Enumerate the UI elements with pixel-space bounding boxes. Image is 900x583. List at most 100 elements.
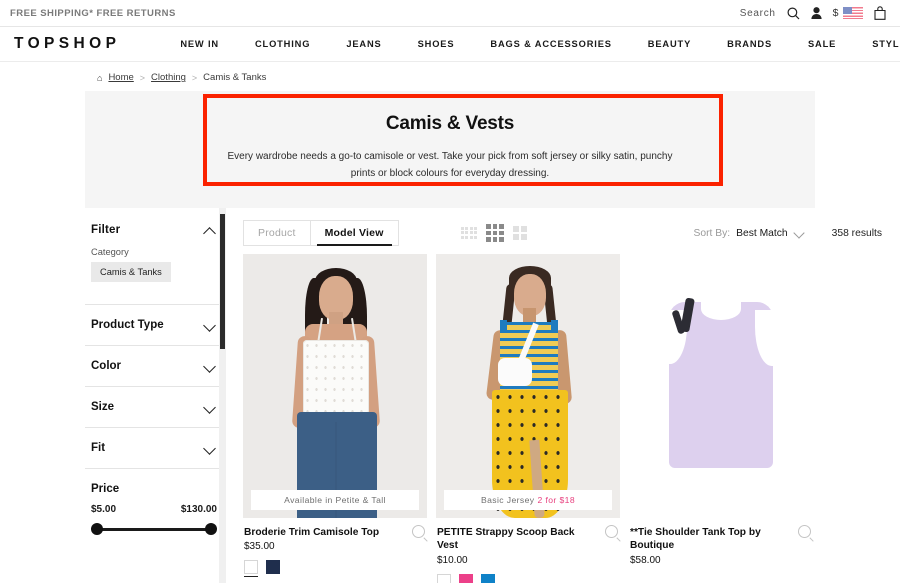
filter-group-fit[interactable]: Fit bbox=[85, 427, 223, 468]
product-price: $35.00 bbox=[244, 541, 275, 553]
nav-item-jeans[interactable]: JEANS bbox=[328, 39, 399, 49]
product-name[interactable]: PETITE Strappy Scoop Back Vest bbox=[437, 526, 619, 553]
nav-item-new-in[interactable]: NEW IN bbox=[162, 39, 237, 49]
category-banner: Camis & Vests Every wardrobe needs a go-… bbox=[85, 91, 815, 208]
model-photo-1 bbox=[243, 254, 427, 518]
grid-medium-icon[interactable] bbox=[486, 224, 504, 242]
nav-item-brands[interactable]: BRANDS bbox=[709, 39, 790, 49]
sort-dropdown[interactable]: Sort By: Best Match bbox=[693, 228, 805, 239]
product-image[interactable] bbox=[629, 254, 813, 518]
breadcrumb: ⌂ Home > Clothing > Camis & Tanks bbox=[0, 62, 900, 91]
price-max-value: $130.00 bbox=[180, 504, 217, 515]
filter-sidebar: Filter Category Camis & Tanks Product Ty… bbox=[85, 208, 223, 583]
swatch-white[interactable] bbox=[244, 560, 258, 578]
category-description: Every wardrobe needs a go-to camisole or… bbox=[227, 151, 673, 179]
slider-handle-max[interactable] bbox=[205, 523, 217, 535]
grid-large-icon[interactable] bbox=[512, 225, 527, 241]
currency-selector[interactable]: $ bbox=[833, 7, 863, 19]
price-range-slider[interactable] bbox=[91, 522, 217, 536]
swatch-blue[interactable] bbox=[481, 573, 495, 583]
chevron-down-icon[interactable] bbox=[204, 444, 217, 452]
breadcrumb-item-clothing[interactable]: Clothing bbox=[151, 72, 186, 83]
price-label: Price bbox=[91, 483, 120, 495]
nav-item-sale[interactable]: SALE bbox=[790, 39, 854, 49]
chevron-up-icon[interactable] bbox=[204, 226, 217, 234]
content-area: Filter Category Camis & Tanks Product Ty… bbox=[0, 208, 900, 583]
price-values: $5.00 $130.00 bbox=[91, 504, 217, 515]
home-icon[interactable]: ⌂ bbox=[97, 73, 102, 83]
filter-group-price: Price $5.00 $130.00 bbox=[85, 468, 223, 536]
filter-title: Filter bbox=[91, 224, 121, 236]
tab-product-view[interactable]: Product bbox=[244, 221, 311, 245]
breadcrumb-item-current: Camis & Tanks bbox=[203, 72, 267, 83]
tab-model-view[interactable]: Model View bbox=[311, 221, 398, 246]
chevron-down-icon[interactable] bbox=[204, 362, 217, 370]
filter-header[interactable]: Filter bbox=[85, 220, 223, 240]
price-min-value: $5.00 bbox=[91, 504, 117, 515]
product-grid: Available in Petite & Tall Broderie Trim… bbox=[243, 254, 882, 583]
filter-group-size[interactable]: Size bbox=[85, 386, 223, 427]
magnifier-icon[interactable] bbox=[412, 525, 425, 538]
swatch-white[interactable] bbox=[437, 573, 451, 583]
nav-item-clothing[interactable]: CLOTHING bbox=[237, 39, 328, 49]
product-name[interactable]: Broderie Trim Camisole Top bbox=[244, 526, 426, 539]
color-swatches bbox=[244, 560, 426, 578]
product-card[interactable]: Available in Petite & Tall Broderie Trim… bbox=[243, 254, 427, 583]
chevron-down-icon[interactable] bbox=[204, 403, 217, 411]
nav-items: NEW IN CLOTHING JEANS SHOES BAGS & ACCES… bbox=[162, 39, 900, 49]
swatch-pink[interactable] bbox=[459, 573, 473, 583]
grid-small-icon[interactable] bbox=[460, 226, 478, 240]
breadcrumb-separator: > bbox=[191, 72, 198, 83]
user-icon[interactable] bbox=[811, 7, 822, 19]
results-count: 358 results bbox=[831, 227, 882, 239]
nav-item-style[interactable]: STYLE bbox=[854, 39, 900, 49]
scrollbar-thumb[interactable] bbox=[220, 214, 225, 349]
page-title: Camis & Vests bbox=[385, 113, 515, 134]
category-label: Category bbox=[91, 247, 129, 257]
sort-and-count: Sort By: Best Match 358 results bbox=[693, 228, 882, 239]
breadcrumb-separator: > bbox=[139, 72, 146, 83]
magnifier-icon[interactable] bbox=[798, 525, 811, 538]
breadcrumb-item-home[interactable]: Home bbox=[108, 72, 133, 83]
brand-logo[interactable]: TOPSHOP bbox=[14, 35, 120, 53]
shopping-bag-icon[interactable] bbox=[874, 6, 886, 20]
chevron-down-icon[interactable] bbox=[794, 229, 806, 237]
product-image[interactable]: Basic Jersey 2 for $18 bbox=[436, 254, 620, 518]
filter-group-product-type[interactable]: Product Type bbox=[85, 304, 223, 345]
view-toggle: Product Model View bbox=[243, 220, 399, 246]
product-price: $58.00 bbox=[630, 554, 661, 566]
product-meta: **Tie Shoulder Tank Top by Boutique $58.… bbox=[629, 518, 813, 566]
swatch-navy[interactable] bbox=[266, 560, 280, 575]
search-icon[interactable] bbox=[787, 6, 800, 20]
magnifier-icon[interactable] bbox=[605, 525, 618, 538]
search-label[interactable]: Search bbox=[740, 8, 776, 19]
us-flag-icon bbox=[843, 7, 863, 19]
product-card[interactable]: Basic Jersey 2 for $18 PETITE Strappy Sc… bbox=[436, 254, 620, 583]
utility-actions: Search $ bbox=[740, 6, 886, 20]
results-panel: Product Model View Sort By: Best Match 3… bbox=[243, 208, 900, 583]
product-image[interactable]: Available in Petite & Tall bbox=[243, 254, 427, 518]
badge-text: Basic Jersey bbox=[480, 495, 535, 505]
model-photo-2 bbox=[436, 254, 620, 518]
nav-item-bags-accessories[interactable]: BAGS & ACCESSORIES bbox=[472, 39, 629, 49]
nav-item-beauty[interactable]: BEAUTY bbox=[630, 39, 709, 49]
utility-bar: FREE SHIPPING* FREE RETURNS Search $ bbox=[0, 0, 900, 27]
selected-category-chip[interactable]: Camis & Tanks bbox=[91, 262, 171, 282]
sort-label: Sort By: bbox=[693, 227, 731, 239]
slider-track bbox=[95, 528, 213, 531]
product-badge: Basic Jersey 2 for $18 bbox=[444, 490, 612, 510]
badge-text: Available in Petite & Tall bbox=[284, 495, 386, 505]
main-navigation: TOPSHOP NEW IN CLOTHING JEANS SHOES BAGS… bbox=[0, 27, 900, 62]
shipping-message: FREE SHIPPING* FREE RETURNS bbox=[10, 7, 176, 19]
scrollbar[interactable] bbox=[219, 208, 226, 583]
filter-group-color[interactable]: Color bbox=[85, 345, 223, 386]
slider-handle-min[interactable] bbox=[91, 523, 103, 535]
chevron-down-icon[interactable] bbox=[204, 321, 217, 329]
product-badge: Available in Petite & Tall bbox=[251, 490, 419, 510]
nav-item-shoes[interactable]: SHOES bbox=[400, 39, 473, 49]
filter-group-label: Size bbox=[91, 401, 115, 413]
filter-group-label: Fit bbox=[91, 442, 106, 454]
product-name[interactable]: **Tie Shoulder Tank Top by Boutique bbox=[630, 526, 812, 553]
product-photo-3 bbox=[629, 254, 813, 518]
product-card[interactable]: **Tie Shoulder Tank Top by Boutique $58.… bbox=[629, 254, 813, 583]
